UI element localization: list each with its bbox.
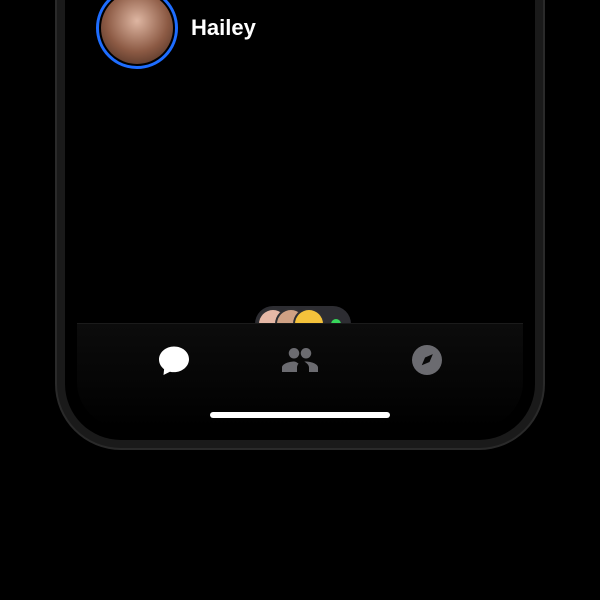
tab-people[interactable] (270, 338, 330, 382)
phone-screen: K sounds good · 8:24am Surf Crew See you… (77, 0, 523, 428)
home-indicator[interactable] (210, 412, 390, 418)
chat-name: Hailey (191, 15, 501, 40)
tab-discover[interactable] (397, 338, 457, 382)
tab-chats[interactable] (144, 338, 204, 382)
people-icon (282, 342, 318, 378)
avatar (101, 0, 173, 64)
phone-frame: K sounds good · 8:24am Surf Crew See you… (65, 0, 535, 440)
chat-meta: Hailey (191, 15, 501, 40)
chat-row[interactable]: Hailey (77, 0, 523, 78)
chat-list: K sounds good · 8:24am Surf Crew See you… (77, 0, 523, 338)
stage: K sounds good · 8:24am Surf Crew See you… (0, 0, 600, 600)
chat-bubble-icon (156, 342, 192, 378)
compass-icon (409, 342, 445, 378)
avatar-image (101, 0, 173, 64)
